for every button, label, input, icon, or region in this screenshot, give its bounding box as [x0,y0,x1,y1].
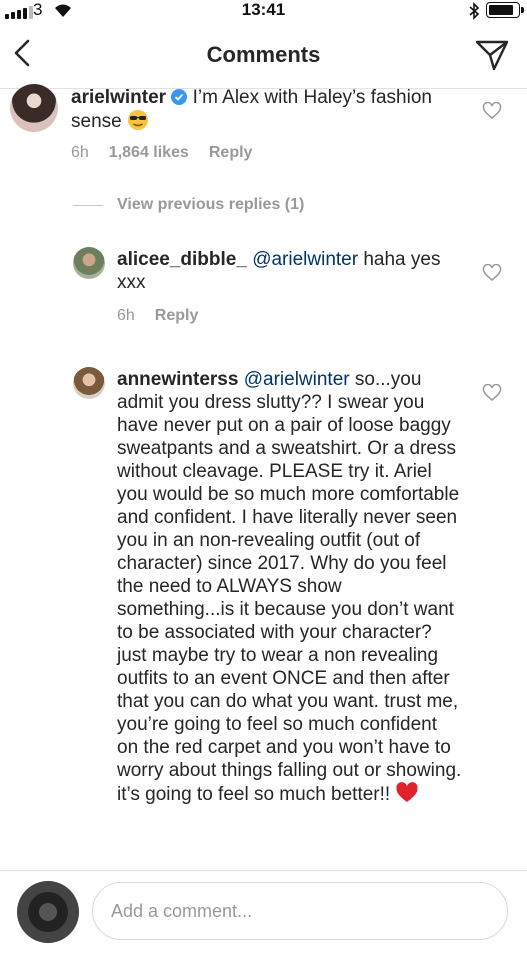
comment-likes[interactable]: 1,864 likes [109,144,189,162]
sunglasses-face-icon [127,110,148,130]
comment-text: alicee_dibble_ @arielwinter haha yes xxx [117,248,457,294]
comment-text: arielwinter I’m Alex with Haley’s fashio… [71,86,441,133]
avatar[interactable] [73,247,105,279]
like-heart-icon[interactable] [482,384,502,402]
red-heart-icon [396,782,419,802]
reply-button[interactable]: Reply [209,144,253,162]
battery-icon [486,2,524,18]
avatar[interactable] [10,84,58,132]
page-title: Comments [206,42,321,67]
comment-username[interactable]: arielwinter [71,87,166,108]
like-heart-icon[interactable] [482,102,502,120]
comment-mention[interactable]: @arielwinter [252,249,358,270]
reply-button[interactable]: Reply [155,307,199,325]
comment-composer [0,870,527,954]
like-heart-icon[interactable] [482,264,502,282]
add-comment-input[interactable] [92,882,508,940]
comment-text: annewinterss @arielwinter so...you admit… [117,368,463,806]
comment-body: so...you admit you dress slutty?? I swea… [117,369,462,805]
divider [73,204,103,206]
comment-meta: 6h 1,864 likes Reply [71,144,252,162]
comments-header: Comments [0,22,527,89]
comment-time: 6h [71,144,89,161]
avatar [17,881,79,943]
comment-username[interactable]: alicee_dibble_ [117,249,247,270]
view-previous-replies[interactable]: View previous replies (1) [73,196,304,214]
bluetooth-icon [469,2,480,20]
direct-send-icon[interactable] [474,38,510,72]
avatar[interactable] [73,367,105,399]
verified-badge-icon [171,89,188,105]
status-bar: 3 13:41 [0,0,527,22]
comment-time: 6h [117,307,135,324]
comment-username[interactable]: annewinterss [117,369,238,390]
view-previous-replies-label[interactable]: View previous replies (1) [117,196,304,214]
comment-mention[interactable]: @arielwinter [244,369,350,390]
comment-meta: 6h Reply [117,307,198,325]
status-time: 13:41 [241,0,286,19]
